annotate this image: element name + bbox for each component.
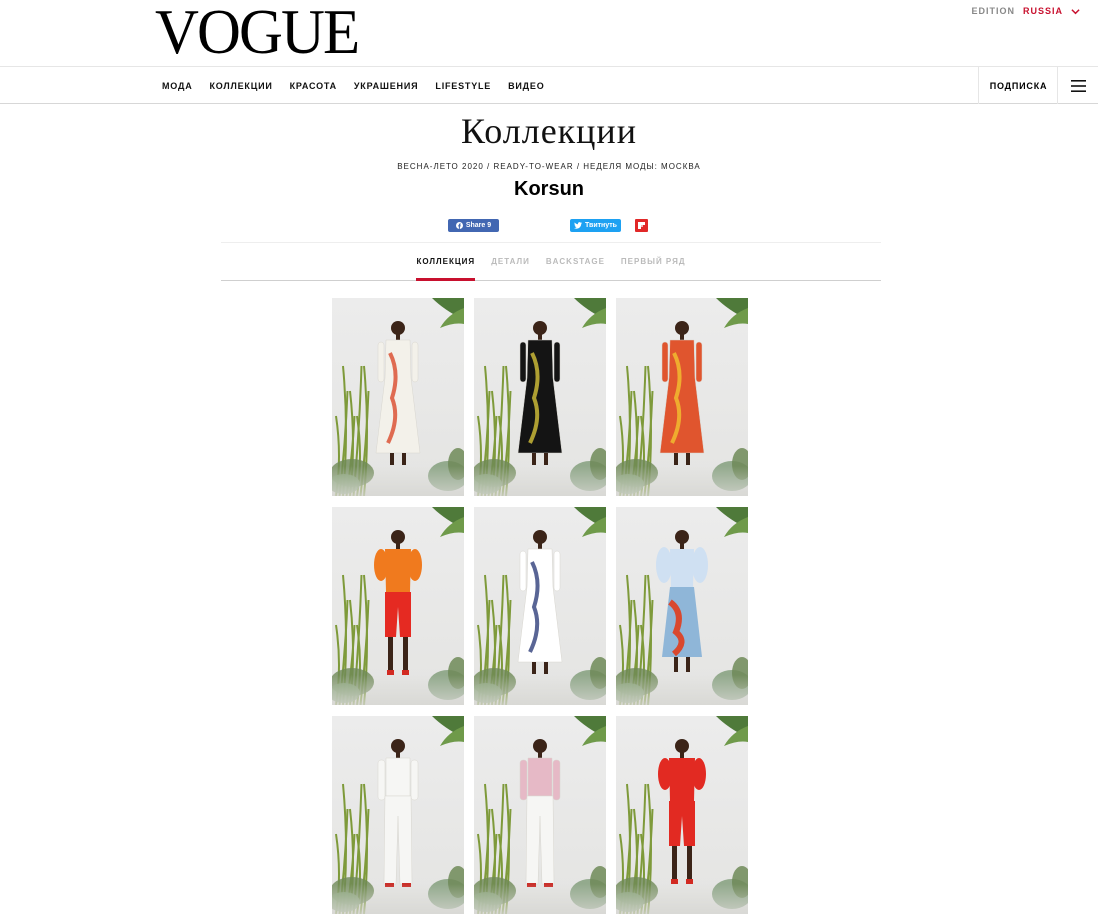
look-photo-7[interactable]: [332, 716, 464, 914]
flipboard-icon: [638, 222, 645, 229]
plant-right: [570, 507, 606, 700]
nav-item-lifestyle[interactable]: LIFESTYLE: [435, 81, 491, 91]
look-photo-1[interactable]: [332, 298, 464, 496]
twitter-share-label: Твитнуть: [585, 222, 617, 229]
floor-shadow: [474, 675, 606, 705]
breadcrumb[interactable]: ВЕСНА-ЛЕТО 2020 / READY-TO-WEAR / НЕДЕЛЯ…: [0, 162, 1098, 171]
floor-shadow: [616, 675, 748, 705]
floor-shadow: [332, 884, 464, 914]
floor-shadow: [616, 466, 748, 496]
hamburger-menu-icon: [1070, 79, 1086, 92]
look-photo-9[interactable]: [616, 716, 748, 914]
page-title: Коллекции: [461, 111, 637, 151]
floor-shadow: [474, 884, 606, 914]
vogue-logo[interactable]: VOGUE: [155, 0, 360, 64]
plant-right: [712, 507, 748, 700]
look-photo-2[interactable]: [474, 298, 606, 496]
nav-item-moda[interactable]: МОДА: [162, 81, 193, 91]
twitter-share-button[interactable]: Твитнуть: [570, 219, 621, 232]
main-navbar: МОДА КОЛЛЕКЦИИ КРАСОТА УКРАШЕНИЯ LIFESTY…: [0, 66, 1098, 104]
edition-selector[interactable]: EDITION RUSSIA: [971, 6, 1080, 16]
menu-button[interactable]: [1057, 67, 1098, 104]
nav-item-beauty[interactable]: КРАСОТА: [290, 81, 337, 91]
look-photo-6[interactable]: [616, 507, 748, 705]
tab-front-row[interactable]: ПЕРВЫЙ РЯД: [621, 243, 686, 281]
nav-item-collections[interactable]: КОЛЛЕКЦИИ: [210, 81, 273, 91]
plant-right: [712, 716, 748, 909]
share-bar: Share 9 Твитнуть: [0, 219, 1098, 233]
tab-backstage[interactable]: BACKSTAGE: [546, 243, 605, 281]
tab-collection[interactable]: КОЛЛЕКЦИЯ: [416, 243, 476, 281]
nav-menu: МОДА КОЛЛЕКЦИИ КРАСОТА УКРАШЕНИЯ LIFESTY…: [162, 67, 545, 105]
nav-item-jewelry[interactable]: УКРАШЕНИЯ: [354, 81, 419, 91]
look-photo-3[interactable]: [616, 298, 748, 496]
floor-shadow: [616, 884, 748, 914]
floor-shadow: [332, 466, 464, 496]
facebook-share-button[interactable]: Share 9: [448, 219, 499, 232]
look-photo-4[interactable]: [332, 507, 464, 705]
tab-details[interactable]: ДЕТАЛИ: [491, 243, 530, 281]
plant-right: [570, 298, 606, 491]
plant-right: [712, 298, 748, 491]
edition-label: EDITION: [971, 6, 1015, 16]
subscribe-button[interactable]: ПОДПИСКА: [978, 67, 1058, 104]
facebook-icon: [455, 222, 463, 229]
nav-item-video[interactable]: ВИДЕО: [508, 81, 544, 91]
look-gallery: [332, 298, 748, 914]
floor-shadow: [332, 675, 464, 705]
plant-right: [428, 507, 464, 700]
chevron-down-icon[interactable]: [1071, 7, 1080, 16]
edition-value[interactable]: RUSSIA: [1023, 6, 1063, 16]
plant-right: [428, 298, 464, 491]
facebook-share-label: Share 9: [465, 222, 492, 229]
floor-shadow: [474, 466, 606, 496]
collection-tabs: КОЛЛЕКЦИЯ ДЕТАЛИ BACKSTAGE ПЕРВЫЙ РЯД: [221, 243, 881, 281]
plant-right: [570, 716, 606, 909]
plant-right: [428, 716, 464, 909]
look-photo-8[interactable]: [474, 716, 606, 914]
designer-name: Korsun: [514, 178, 584, 200]
flipboard-share-button[interactable]: [635, 219, 648, 232]
twitter-bird-icon: [574, 222, 582, 229]
look-photo-5[interactable]: [474, 507, 606, 705]
